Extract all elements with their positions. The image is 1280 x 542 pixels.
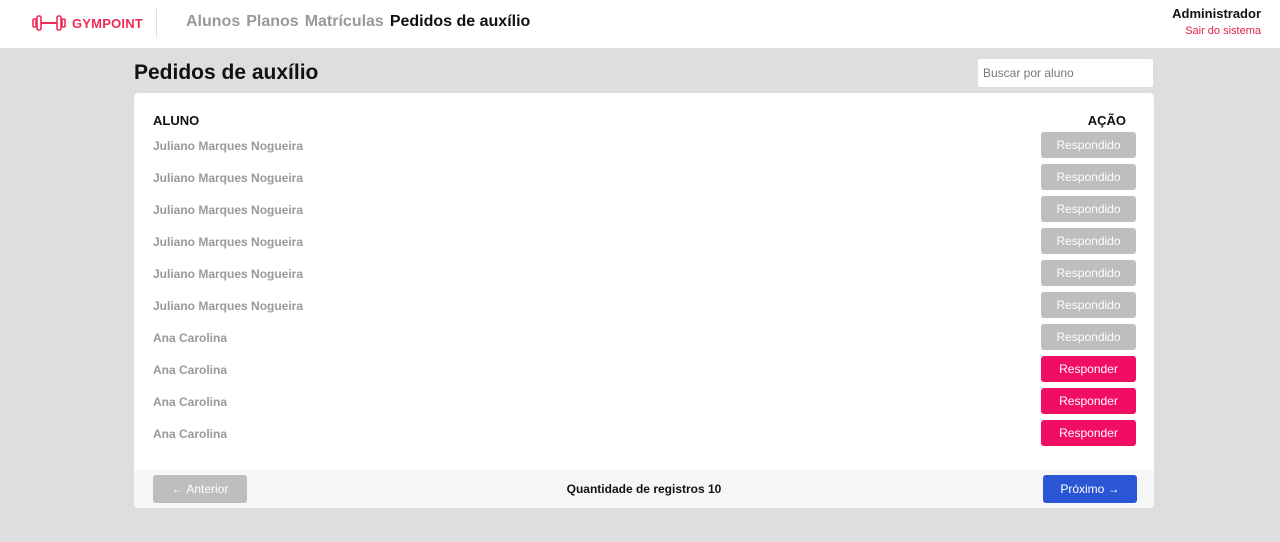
help-orders-card: ALUNO AÇÃO Juliano Marques Nogueira Respo…	[134, 93, 1154, 508]
table-row: Juliano Marques Nogueira Respondido	[134, 195, 1154, 227]
student-name: Ana Carolina	[153, 331, 228, 345]
table-row: Juliano Marques Nogueira Respondido	[134, 291, 1154, 323]
answered-button: Respondido	[1041, 164, 1136, 190]
answered-button: Respondido	[1041, 260, 1136, 286]
dumbbell-icon	[32, 15, 66, 31]
user-name: Administrador	[1172, 6, 1261, 21]
table-row: Ana Carolina Responder	[134, 419, 1154, 451]
table-row: Ana Carolina Respondido	[134, 323, 1154, 355]
respond-button[interactable]: Responder	[1041, 420, 1136, 446]
respond-button[interactable]: Responder	[1041, 356, 1136, 382]
table-row: Juliano Marques Nogueira Respondido	[134, 163, 1154, 195]
student-name: Ana Carolina	[153, 427, 228, 441]
table-row: Juliano Marques Nogueira Respondido	[134, 259, 1154, 291]
column-header-student: ALUNO	[153, 113, 200, 128]
top-navigation-bar: GYMPOINT Alunos Planos Matrículas Pedido…	[0, 0, 1280, 48]
answered-button: Respondido	[1041, 196, 1136, 222]
respond-button[interactable]: Responder	[1041, 388, 1136, 414]
answered-button: Respondido	[1041, 132, 1136, 158]
header-divider	[156, 9, 157, 37]
nav-item-planos[interactable]: Planos	[246, 13, 298, 31]
brand-logo[interactable]: GYMPOINT	[32, 11, 143, 35]
logout-link[interactable]: Sair do sistema	[1172, 25, 1261, 37]
table-row: Ana Carolina Responder	[134, 355, 1154, 387]
pagination-bar: ← Anterior Quantidade de registros 10 Pr…	[134, 470, 1154, 508]
main-nav: Alunos Planos Matrículas Pedidos de auxí…	[186, 13, 530, 31]
column-header-action: AÇÃO	[1087, 113, 1126, 128]
student-name: Juliano Marques Nogueira	[153, 235, 304, 249]
nav-item-alunos[interactable]: Alunos	[186, 13, 240, 31]
table-row: Juliano Marques Nogueira Respondido	[134, 131, 1154, 163]
student-name: Juliano Marques Nogueira	[153, 139, 304, 153]
student-name: Juliano Marques Nogueira	[153, 299, 304, 313]
answered-button: Respondido	[1041, 292, 1136, 318]
record-count: Quantidade de registros 10	[566, 482, 722, 496]
page-title: Pedidos de auxílio	[134, 61, 319, 84]
student-name: Juliano Marques Nogueira	[153, 203, 304, 217]
student-name: Juliano Marques Nogueira	[153, 267, 304, 281]
answered-button: Respondido	[1041, 228, 1136, 254]
user-menu: Administrador Sair do sistema	[1172, 6, 1261, 37]
table-row: Juliano Marques Nogueira Respondido	[134, 227, 1154, 259]
table-row: Ana Carolina Responder	[134, 387, 1154, 419]
nav-item-pedidos-de-auxilio[interactable]: Pedidos de auxílio	[390, 13, 530, 31]
nav-item-matriculas[interactable]: Matrículas	[305, 13, 384, 31]
student-name: Ana Carolina	[153, 395, 228, 409]
student-name: Juliano Marques Nogueira	[153, 171, 304, 185]
next-page-button[interactable]: Próximo →	[1043, 475, 1137, 503]
student-name: Ana Carolina	[153, 363, 228, 377]
help-orders-list: Juliano Marques Nogueira Respondido Julian…	[134, 131, 1154, 451]
answered-button: Respondido	[1041, 324, 1136, 350]
brand-name: GYMPOINT	[72, 15, 143, 31]
search-input[interactable]	[977, 58, 1154, 88]
